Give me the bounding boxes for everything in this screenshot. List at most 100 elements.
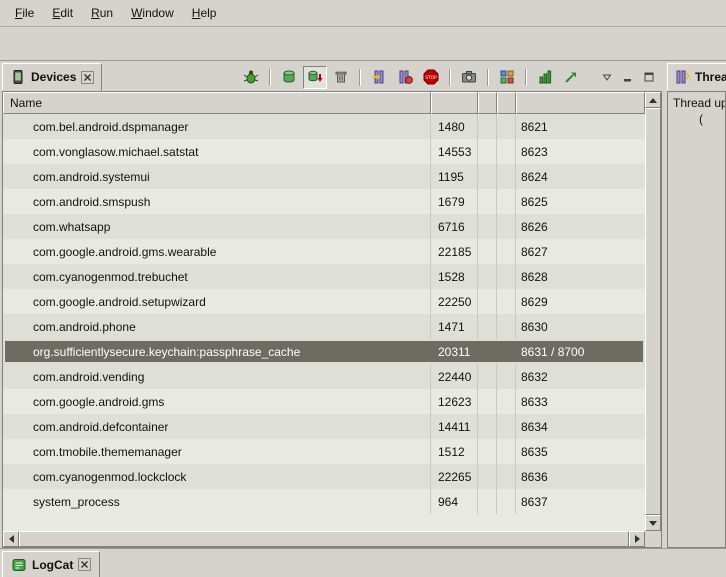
- column-header-pid[interactable]: [431, 92, 478, 114]
- scroll-up-button[interactable]: [645, 92, 661, 108]
- menu-item[interactable]: File: [6, 2, 43, 24]
- threads-view: Threads Thread up (: [667, 62, 726, 548]
- process-name: com.cyanogenmod.trebuchet: [3, 264, 431, 289]
- table-row[interactable]: com.vonglasow.michael.satstat 14553 8623: [3, 139, 645, 164]
- stop-process-icon[interactable]: STOP: [419, 66, 443, 89]
- horizontal-scrollbar[interactable]: [3, 531, 645, 547]
- dump-hprof-icon[interactable]: [303, 66, 327, 89]
- column-header-col3[interactable]: [478, 92, 497, 114]
- method-profiling-icon[interactable]: [393, 66, 417, 89]
- table-row[interactable]: com.android.systemui 1195 8624: [3, 164, 645, 189]
- menu-item[interactable]: Edit: [43, 2, 82, 24]
- svg-text:STOP: STOP: [425, 75, 437, 81]
- vertical-scroll-thumb[interactable]: [645, 108, 661, 515]
- process-col4: [497, 139, 516, 164]
- table-row[interactable]: com.android.defcontainer 14411 8634: [3, 414, 645, 439]
- tab-logcat-label: LogCat: [32, 558, 73, 572]
- table-filler: [3, 514, 645, 531]
- process-name: com.whatsapp: [3, 214, 431, 239]
- column-header-col4[interactable]: [497, 92, 516, 114]
- process-col3: [478, 289, 497, 314]
- process-port: 8626: [516, 214, 645, 239]
- table-row[interactable]: com.google.android.gms.wearable 22185 86…: [3, 239, 645, 264]
- process-col3: [478, 239, 497, 264]
- process-col3: [478, 114, 497, 139]
- process-col3: [478, 314, 497, 339]
- tab-threads[interactable]: Threads: [667, 63, 726, 91]
- table-row[interactable]: com.cyanogenmod.trebuchet 1528 8628: [3, 264, 645, 289]
- process-port: 8633: [516, 389, 645, 414]
- process-col4: [497, 489, 516, 514]
- scroll-left-button[interactable]: [3, 531, 19, 547]
- view-menu-icon[interactable]: [597, 68, 616, 87]
- process-col4: [497, 239, 516, 264]
- close-icon[interactable]: [78, 558, 91, 571]
- process-port: 8636: [516, 464, 645, 489]
- process-col4: [497, 414, 516, 439]
- process-name: com.android.defcontainer: [3, 414, 431, 439]
- menu-item[interactable]: Window: [122, 2, 183, 24]
- process-name: com.bel.android.dspmanager: [3, 114, 431, 139]
- process-col4: [497, 114, 516, 139]
- process-col4: [497, 264, 516, 289]
- process-pid: 1528: [431, 264, 478, 289]
- sysinfo-icon[interactable]: [533, 66, 557, 89]
- table-row[interactable]: com.android.phone 1471 8630: [3, 314, 645, 339]
- cause-gc-icon[interactable]: [329, 66, 353, 89]
- devices-view: Devices: [2, 62, 662, 548]
- process-table-body: com.bel.android.dspmanager 1480 8621 com…: [3, 114, 645, 514]
- process-pid: 22250: [431, 289, 478, 314]
- table-row[interactable]: com.google.android.gms 12623 8633: [3, 389, 645, 414]
- table-row[interactable]: com.cyanogenmod.lockclock 22265 8636: [3, 464, 645, 489]
- table-row[interactable]: com.tmobile.thememanager 1512 8635: [3, 439, 645, 464]
- process-col3: [478, 214, 497, 239]
- debug-icon[interactable]: [239, 66, 263, 89]
- process-port: 8637: [516, 489, 645, 514]
- process-port: 8624: [516, 164, 645, 189]
- process-pid: 1512: [431, 439, 478, 464]
- menu-item[interactable]: Run: [82, 2, 122, 24]
- devices-toolbar: STOP: [239, 65, 658, 89]
- horizontal-scroll-thumb[interactable]: [19, 531, 629, 547]
- process-col4: [497, 364, 516, 389]
- process-pid: 964: [431, 489, 478, 514]
- process-port: 8635: [516, 439, 645, 464]
- report-icon[interactable]: [495, 66, 519, 89]
- process-col3: [478, 464, 497, 489]
- table-row[interactable]: com.whatsapp 6716 8626: [3, 214, 645, 239]
- menubar: FileEditRunWindowHelp: [0, 0, 726, 27]
- table-header: Name: [3, 92, 645, 114]
- table-row[interactable]: org.sufficientlysecure.keychain:passphra…: [3, 339, 645, 364]
- update-heap-icon[interactable]: [277, 66, 301, 89]
- column-header-name[interactable]: Name: [3, 92, 431, 114]
- process-name: com.android.smspush: [3, 189, 431, 214]
- tracing-icon[interactable]: [559, 66, 583, 89]
- scroll-down-button[interactable]: [645, 515, 661, 531]
- maximize-icon[interactable]: [639, 68, 658, 87]
- tab-devices[interactable]: Devices: [2, 63, 102, 91]
- table-row[interactable]: com.android.vending 22440 8632: [3, 364, 645, 389]
- logcat-icon: [11, 557, 27, 573]
- table-row[interactable]: com.google.android.setupwizard 22250 862…: [3, 289, 645, 314]
- process-pid: 14553: [431, 139, 478, 164]
- screen-capture-icon[interactable]: [457, 66, 481, 89]
- vertical-scrollbar[interactable]: [645, 92, 661, 531]
- process-col3: [478, 414, 497, 439]
- process-name: com.google.android.gms.wearable: [3, 239, 431, 264]
- process-pid: 1480: [431, 114, 478, 139]
- table-row[interactable]: com.bel.android.dspmanager 1480 8621: [3, 114, 645, 139]
- menu-item[interactable]: Help: [183, 2, 226, 24]
- column-header-port[interactable]: [516, 92, 645, 114]
- update-threads-icon[interactable]: [367, 66, 391, 89]
- ddms-window: FileEditRunWindowHelp Devices: [0, 0, 726, 577]
- tab-logcat[interactable]: LogCat: [2, 551, 100, 577]
- scroll-right-button[interactable]: [629, 531, 645, 547]
- table-row[interactable]: com.android.smspush 1679 8625: [3, 189, 645, 214]
- process-col4: [497, 289, 516, 314]
- table-row[interactable]: system_process 964 8637: [3, 489, 645, 514]
- threads-message-line2: (: [673, 112, 725, 126]
- process-port: 8627: [516, 239, 645, 264]
- minimize-icon[interactable]: [618, 68, 637, 87]
- close-icon[interactable]: [81, 71, 94, 84]
- process-col4: [497, 464, 516, 489]
